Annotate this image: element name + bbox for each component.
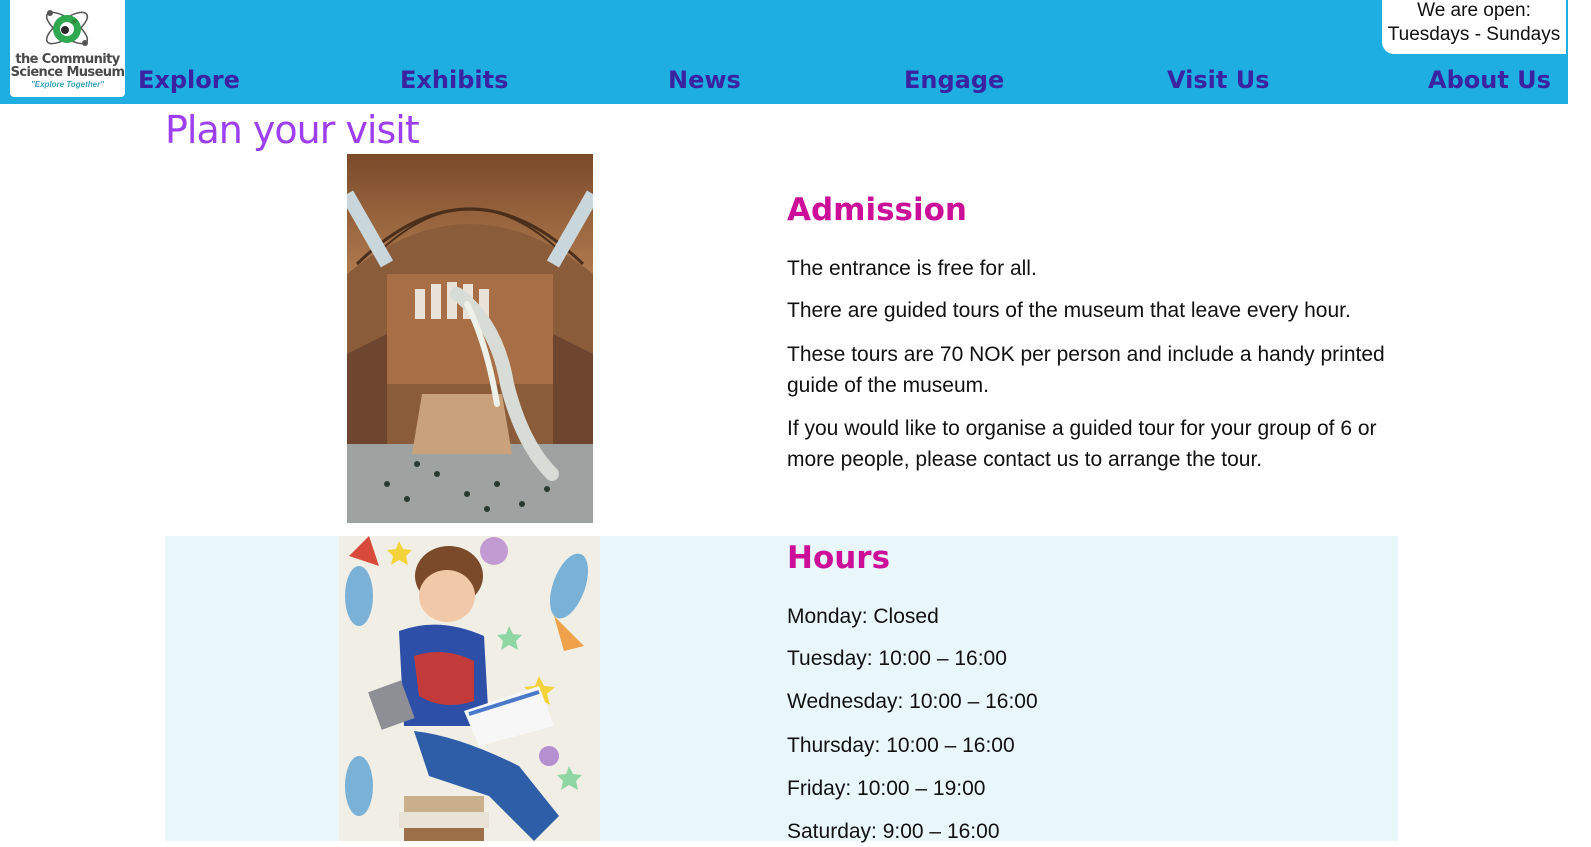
admission-paragraph: There are guided tours of the museum tha… (787, 299, 1351, 322)
boy-reading-image (339, 536, 600, 841)
nav-news[interactable]: News (668, 66, 741, 94)
nav-engage[interactable]: Engage (904, 66, 1004, 94)
site-logo[interactable]: the Community Science Museum "Explore To… (10, 0, 125, 97)
site-header: the Community Science Museum "Explore To… (0, 0, 1568, 104)
admission-paragraph: The entrance is free for all. (787, 257, 1037, 280)
admission-heading: Admission (787, 192, 968, 228)
opening-days: Tuesdays - Sundays (1387, 24, 1561, 45)
hours-row-thursday: Thursday: 10:00 – 16:00 (787, 734, 1015, 757)
hours-row-saturday: Saturday: 9:00 – 16:00 (787, 820, 1000, 843)
museum-hall-image (347, 154, 593, 523)
logo-line-2: Science Museum (10, 65, 125, 80)
nav-exhibits[interactable]: Exhibits (400, 66, 508, 94)
admission-paragraph: If you would like to organise a guided t… (787, 417, 1377, 471)
hours-row-tuesday: Tuesday: 10:00 – 16:00 (787, 647, 1007, 670)
opening-label: We are open: (1417, 0, 1531, 21)
atom-leaf-icon (45, 10, 89, 46)
admission-paragraph: These tours are 70 NOK per person and in… (787, 343, 1385, 397)
logo-tagline: "Explore Together" (30, 80, 105, 89)
hours-row-wednesday: Wednesday: 10:00 – 16:00 (787, 690, 1038, 713)
nav-visit-us[interactable]: Visit Us (1167, 66, 1270, 94)
scrollbar-track[interactable] (1568, 0, 1591, 841)
nav-about-us[interactable]: About Us (1428, 66, 1551, 94)
hours-row-monday: Monday: Closed (787, 605, 939, 628)
nav-explore[interactable]: Explore (138, 66, 240, 94)
page-title: Plan your visit (165, 108, 420, 152)
hours-row-friday: Friday: 10:00 – 19:00 (787, 777, 986, 800)
opening-hours-badge: We are open: Tuesdays - Sundays (1382, 0, 1566, 54)
hours-heading: Hours (787, 540, 891, 576)
